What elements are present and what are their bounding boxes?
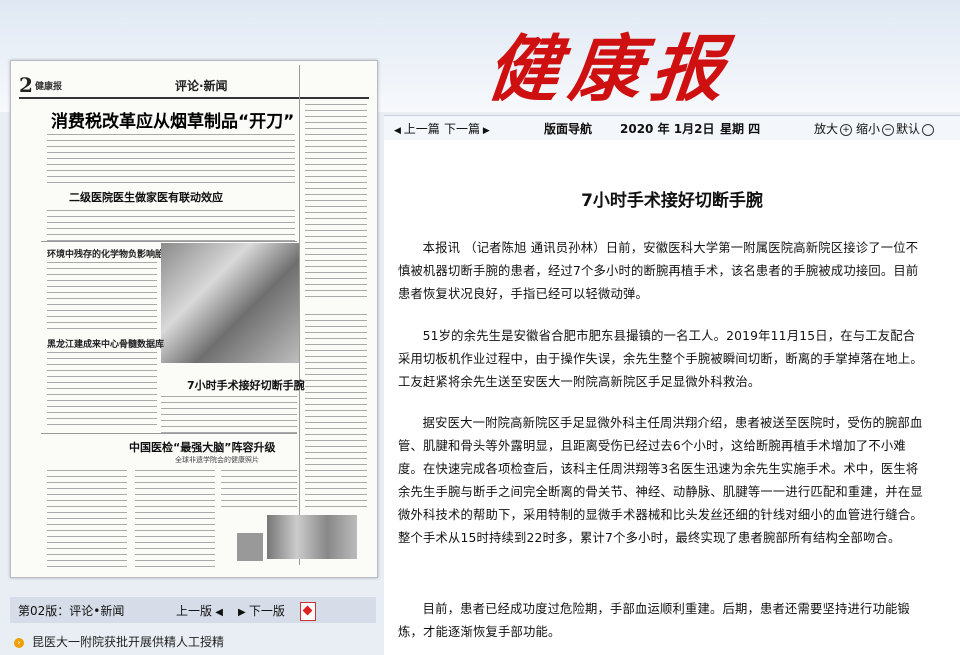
page-navigation-bar: 第02版：评论•新闻 上一版 ◀ ▶ 下一版 — [10, 597, 376, 623]
paper-headline-link[interactable]: 消费税改革应从烟草制品“开刀” — [51, 107, 294, 132]
paper-brand: 健康报 — [35, 82, 63, 92]
zoom-out-button[interactable]: 缩小 − — [856, 120, 895, 137]
next-page-link[interactable]: ▶ 下一版 — [238, 602, 285, 619]
zoom-in-button[interactable]: 放大 + — [814, 120, 853, 137]
current-page-label: 第02版：评论•新闻 — [18, 604, 125, 618]
article-text-block — [161, 393, 297, 433]
issue-weekday: 星期 四 — [720, 122, 761, 136]
news-photo — [237, 533, 263, 561]
sidebar-text-block — [305, 101, 367, 301]
arrow-left-icon: ◀ — [212, 607, 223, 618]
article-text-block — [47, 467, 127, 567]
article-text-block — [47, 131, 295, 183]
paper-headline-link[interactable]: 二级医院医生做家医有联动效应 — [69, 189, 223, 205]
zoom-out-icon: − — [882, 123, 895, 136]
default-size-button[interactable]: 默认 — [896, 120, 935, 137]
paper-masthead: 2 健康报 评论·新闻 — [19, 73, 369, 99]
article-text-block — [221, 467, 297, 511]
newspaper-page-thumbnail[interactable]: 2 健康报 评论·新闻 消费税改革应从烟草制品“开刀” 二级医院医生做家医有联动… — [10, 60, 378, 578]
paper-subhead: 全球非遗学院会的健康照片 — [175, 456, 259, 464]
zoom-in-icon: + — [840, 123, 853, 136]
bullet-icon: › — [14, 637, 24, 648]
arrow-right-icon: ▶ — [480, 126, 490, 136]
divider — [41, 433, 297, 434]
prev-page-link[interactable]: 上一版 ◀ — [176, 602, 223, 619]
paper-headline-link[interactable]: 中国医检“最强大脑”阵容升级 — [129, 439, 275, 455]
paper-headline-link[interactable]: 7小时手术接好切断手腕 — [187, 377, 305, 393]
divider — [41, 241, 297, 242]
article-paragraph: 据安医大一附院高新院区手足显微外科主任周洪翔介绍，患者被送至医院时，受伤的腕部血… — [398, 416, 923, 545]
article-toolbar: ◀ 上一篇 下一篇 ▶ 版面导航 2020 年 1月2日 星期 四 放大 + 缩小… — [384, 115, 960, 141]
article-panel: 7小时手术接好切断手腕 本报讯 （记者陈旭 通讯员孙林）日前，安徽医科大学第一附… — [384, 140, 960, 655]
arrow-right-icon: ▶ — [238, 607, 249, 618]
news-photo — [267, 515, 357, 559]
article-paragraph: 本报讯 （记者陈旭 通讯员孙林）日前，安徽医科大学第一附属医院高新院区接诊了一位… — [398, 241, 919, 301]
article-text-block — [47, 207, 295, 241]
article-text-block — [47, 259, 157, 333]
pdf-icon[interactable] — [300, 602, 316, 621]
paper-page-number: 2 — [19, 73, 33, 97]
article-paragraph: 51岁的余先生是安徽省合肥市肥东县撮镇的一名工人。2019年11月15日，在与工… — [398, 329, 923, 389]
sidebar-text-block — [305, 311, 367, 511]
prev-article-link[interactable]: ◀ 上一篇 — [394, 120, 440, 137]
article-text-block — [135, 467, 215, 567]
layout-navigation-link[interactable]: 版面导航 — [544, 120, 592, 137]
article-title: 7小时手术接好切断手腕 — [581, 191, 763, 211]
next-article-link[interactable]: 下一篇 ▶ — [444, 120, 490, 137]
article-text-block — [47, 349, 157, 429]
column-divider — [299, 65, 300, 565]
list-item[interactable]: › 昆医大一附院获批开展供精人工授精 — [14, 633, 224, 650]
default-icon — [922, 123, 935, 136]
issue-date: 2020 年 1月2日 — [620, 122, 715, 136]
arrow-left-icon: ◀ — [394, 126, 404, 136]
news-photo — [161, 243, 299, 363]
article-paragraph: 目前，患者已经成功度过危险期，手部血运顺利重建。后期，患者还需要坚持进行功能锻炼… — [398, 602, 910, 639]
site-logo: 健康报 — [482, 26, 738, 111]
paper-section: 评论·新闻 — [175, 79, 228, 93]
